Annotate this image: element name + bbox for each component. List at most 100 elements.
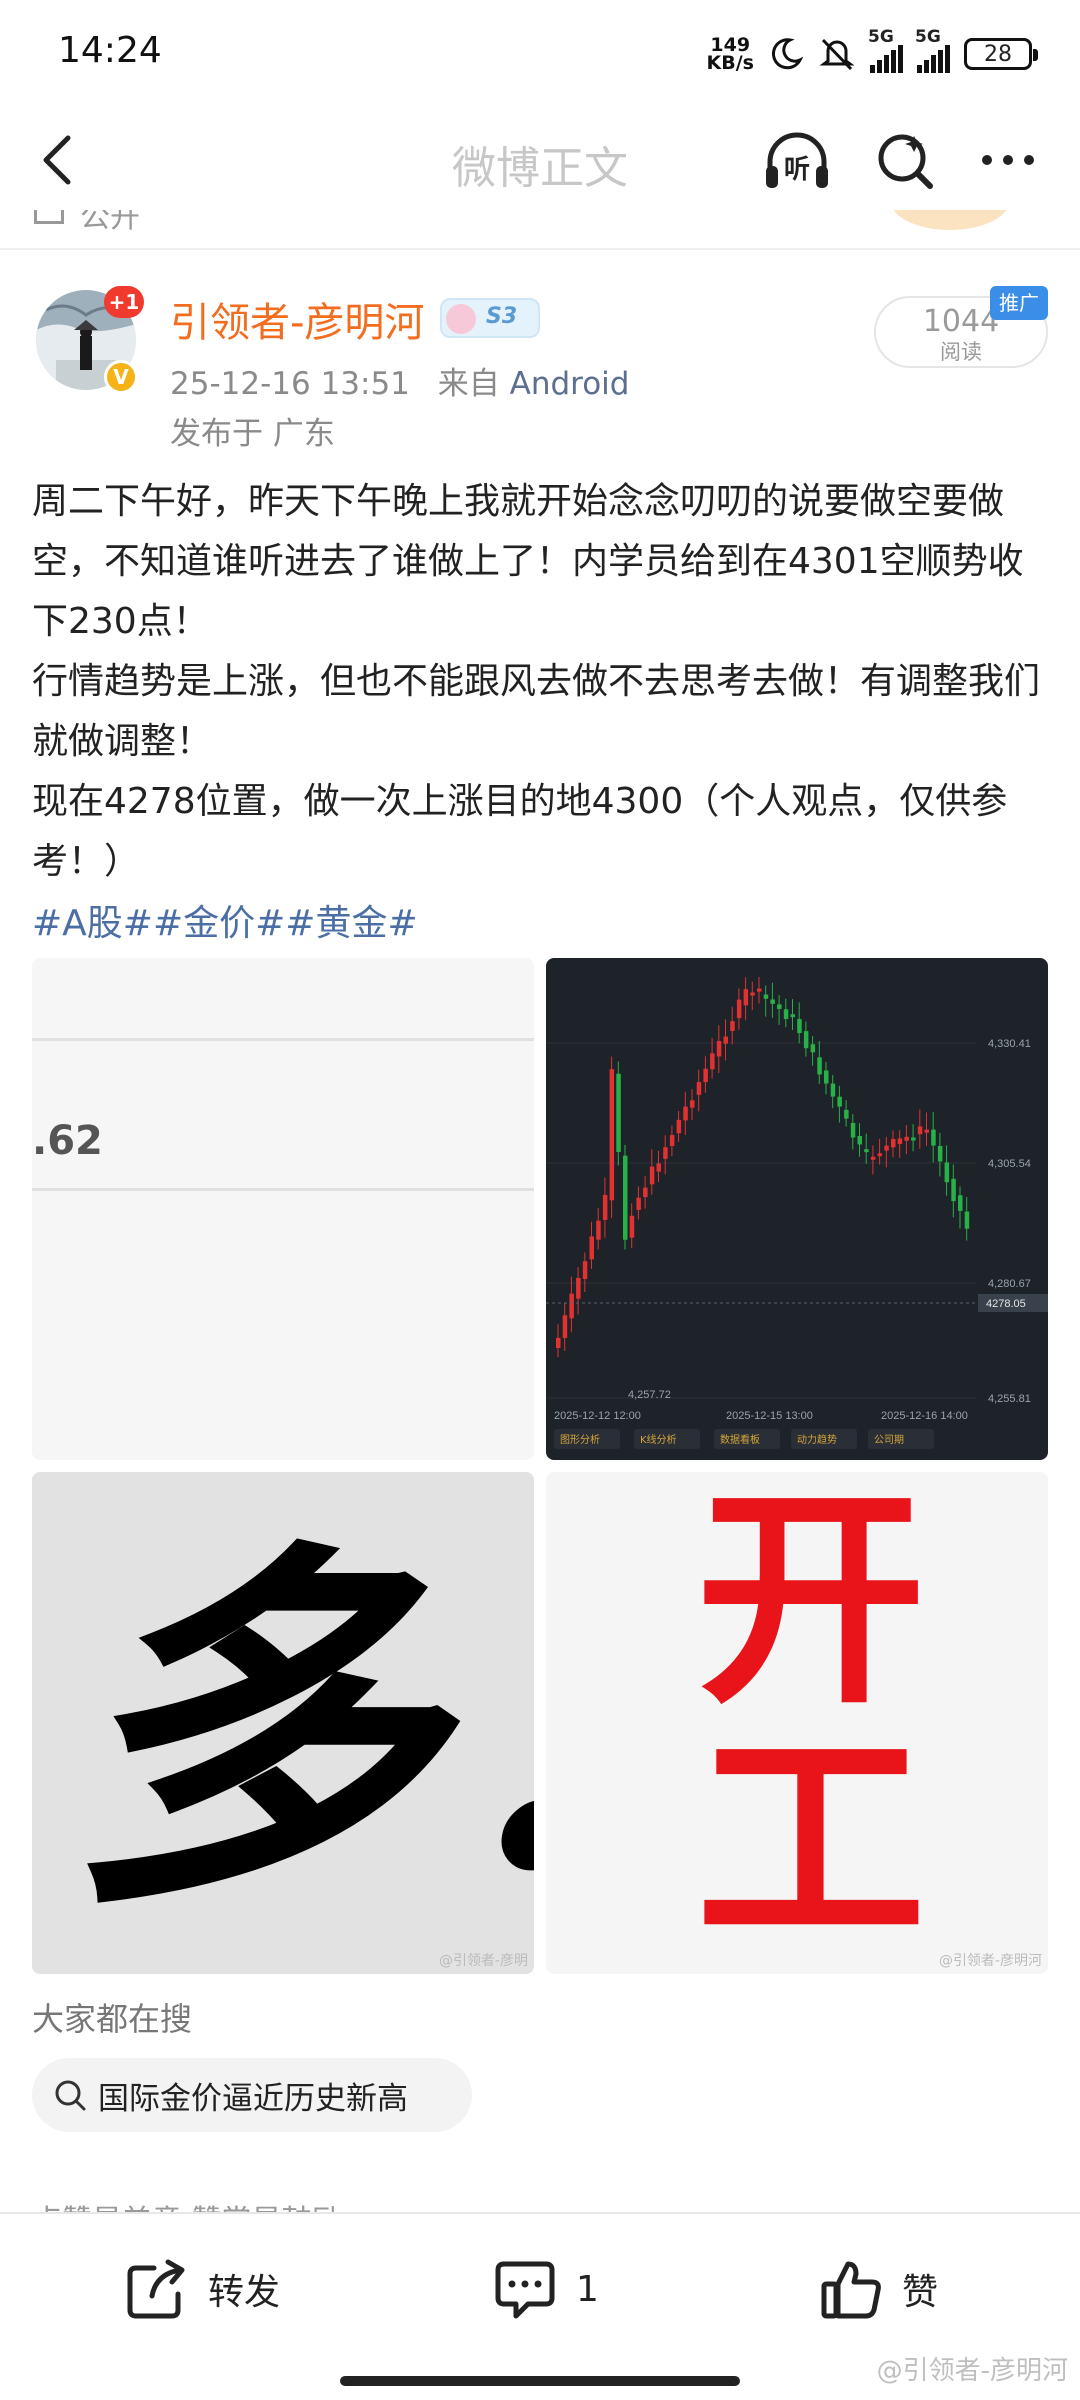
candle-body: [877, 1153, 883, 1157]
candle-body: [589, 1236, 594, 1260]
candle-body: [931, 1129, 936, 1146]
previous-item-peek: 公开: [0, 210, 1080, 250]
hashtags[interactable]: #A股##金价##黄金#: [32, 894, 418, 954]
candle-body: [870, 1156, 876, 1160]
comment-button[interactable]: 1: [492, 2254, 599, 2324]
comment-icon: [495, 2261, 555, 2319]
candle-body: [743, 989, 749, 1006]
lock-box-icon: [34, 210, 64, 224]
network-speed: 149 KB/s: [706, 34, 754, 74]
post-body: 周二下午好，昨天下午晚上我就开始念念叨叨的说要做空要做空，不知道谁听进去了谁做上…: [32, 472, 1052, 892]
chart-tab-label: K线分析: [640, 1433, 677, 1446]
post-paragraph: 行情趋势是上涨，但也不能跟风去做不去思考去做！有调整我们就做调整！: [32, 661, 1041, 762]
candle-body: [596, 1220, 601, 1240]
level-badge: S3: [440, 298, 540, 338]
candle-body: [803, 1031, 809, 1049]
post-location: 发布于 广东: [170, 416, 335, 452]
candle-body: [636, 1197, 641, 1210]
candle-body: [736, 999, 742, 1019]
candlestick-chart: 4,330.41 4,305.54 4,280.67 4,255.81 4278.05 4…: [546, 977, 1048, 1449]
candle-body: [703, 1068, 708, 1083]
candle-body: [556, 1337, 561, 1348]
chart-tab-label: 数据看板: [720, 1433, 760, 1446]
listen-label: 听: [784, 155, 810, 185]
like-label: 赞: [902, 2272, 939, 2313]
candle-body: [643, 1187, 648, 1198]
signal-5g-2-icon: 5G: [915, 27, 950, 73]
candle-body: [917, 1126, 923, 1135]
reward-text: 点赞是美意 赞赏是鼓励: [32, 2194, 342, 2214]
headphones-listen-icon[interactable]: 听: [762, 128, 832, 194]
candle-body: [723, 1036, 728, 1044]
y-tick-label: 4,330.41: [988, 1038, 1031, 1050]
mute-bell-icon: [819, 38, 855, 71]
image-line: [32, 1038, 534, 1041]
promo-tag: 推广: [990, 286, 1048, 320]
x-tick-label: 2025-12-16 14:00: [881, 1410, 968, 1422]
candle-body: [763, 994, 769, 999]
post-image-1[interactable]: .62: [32, 958, 534, 1460]
candle-body: [669, 1135, 675, 1147]
post-meta: 25-12-16 13:51 来自 Android: [170, 358, 629, 403]
candle-body: [837, 1096, 842, 1107]
candle-body: [810, 1044, 816, 1053]
candle-body: [958, 1195, 963, 1211]
chart-tab-label: 公司期: [874, 1434, 904, 1446]
y-tick-label: 4,305.54: [988, 1158, 1031, 1170]
candle-body: [623, 1155, 628, 1240]
candle-body: [730, 1021, 735, 1031]
status-time: 14:24: [58, 30, 162, 71]
repost-button[interactable]: 转发: [124, 2254, 280, 2324]
candle-body: [582, 1261, 588, 1279]
like-button[interactable]: 赞: [818, 2254, 938, 2324]
candle-body: [609, 1069, 615, 1201]
weibo-watermark: @引领者-彦明河: [876, 2356, 1068, 2386]
x-tick-label: 2025-12-15 13:00: [726, 1410, 813, 1422]
candle-body: [656, 1163, 661, 1172]
candle-body: [616, 1073, 621, 1152]
read-label: 阅读: [940, 340, 982, 364]
candle-body: [951, 1178, 956, 1202]
peek-graphic: [890, 210, 1010, 230]
chart-tab-label: 图形分析: [560, 1433, 600, 1446]
candle-body: [964, 1211, 970, 1229]
candle-body: [864, 1149, 869, 1153]
post-image-4[interactable]: 开 工 @引领者-彦明河: [546, 1472, 1048, 1974]
image-1-value: .62: [32, 1118, 103, 1164]
candle-body: [602, 1194, 608, 1220]
bottom-action-bar: 转发 1 赞 @引领者-彦明河: [0, 2212, 1080, 2400]
candle-body: [924, 1129, 929, 1133]
home-indicator[interactable]: [340, 2376, 740, 2386]
signal-5g-1-icon: 5G: [868, 27, 903, 73]
candle-body: [716, 1040, 722, 1057]
candle-body: [891, 1139, 896, 1148]
post-paragraph: 现在4278位置，做一次上涨目的地4300（个人观点，仅供参考！）: [32, 781, 1008, 882]
nav-bar: 微博正文 听: [0, 110, 1080, 210]
image-4-text-1: 开: [696, 1472, 927, 1735]
chart-tab-label: 动力趋势: [797, 1433, 837, 1446]
post-image-3[interactable]: 多! @引领者-彦明: [32, 1472, 534, 1974]
battery-icon: 28: [964, 38, 1038, 70]
image-3-text: 多!: [52, 1508, 534, 1955]
candle-body: [790, 1014, 795, 1018]
post-image-2-chart[interactable]: 4,330.41 4,305.54 4,280.67 4,255.81 4278.05 4…: [546, 958, 1048, 1460]
candle-body: [911, 1137, 916, 1141]
candle-body: [904, 1136, 909, 1141]
candle-body: [562, 1315, 568, 1338]
more-options-icon[interactable]: [975, 130, 1041, 190]
image-watermark: @引领者-彦明河: [938, 1953, 1042, 1969]
search-icon: [55, 2080, 86, 2111]
trending-search-heading: 大家都在搜: [32, 2000, 193, 2038]
level-face-icon: [446, 304, 476, 334]
candle-body: [817, 1057, 822, 1075]
repost-label: 转发: [208, 2272, 281, 2313]
divider: [0, 248, 1080, 250]
peek-text: 公开: [80, 210, 140, 235]
username[interactable]: 引领者-彦明河: [170, 290, 424, 348]
search-icon[interactable]: [872, 128, 938, 194]
trending-search-chip[interactable]: 国际金价逼近历史新高: [32, 2058, 472, 2132]
candle-body: [797, 1019, 802, 1034]
verified-icon: V: [104, 360, 138, 394]
candle-body: [857, 1136, 862, 1145]
post-source[interactable]: Android: [510, 366, 630, 402]
